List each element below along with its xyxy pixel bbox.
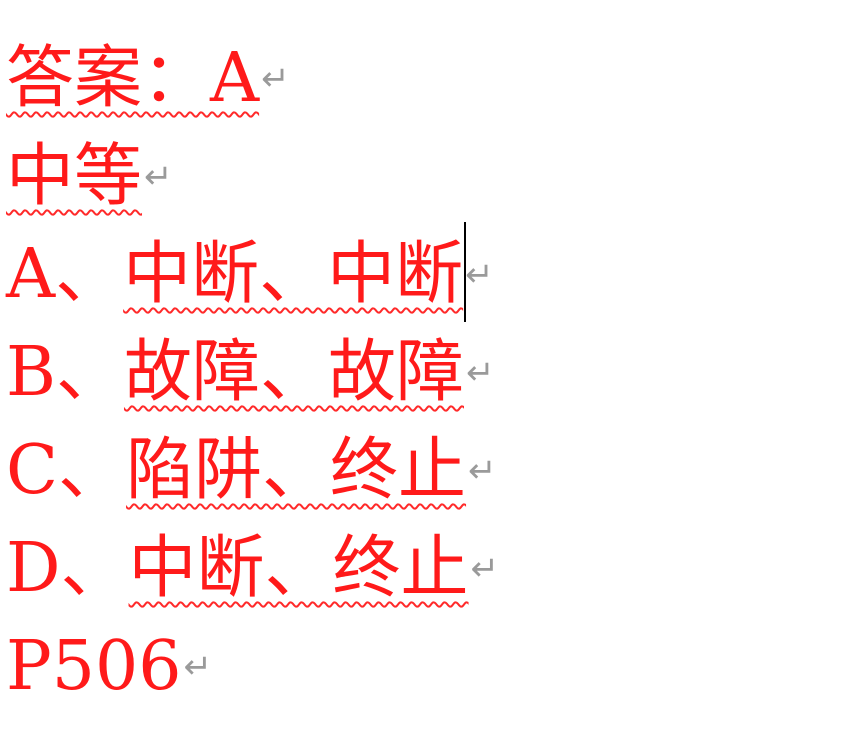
option-a-line: A、中断、中断↵ [6,222,836,324]
answer-line: 答案：A↵ [6,30,836,128]
option-c-prefix: C、 [6,431,127,510]
difficulty-text: 中等 [6,137,143,216]
document-body[interactable]: 答案：A↵ 中等↵ A、中断、中断↵ B、故障、故障↵ C、陷阱、终止↵ D、中… [6,30,836,706]
option-b-line: B、故障、故障↵ [6,324,836,422]
paragraph-mark-icon: ↵ [466,353,495,393]
difficulty-line: 中等↵ [6,128,836,226]
option-c-text: 陷阱、终止 [126,431,467,510]
paragraph-mark-icon: ↵ [468,451,497,491]
paragraph-mark-icon: ↵ [144,157,173,197]
answer-text: 答案：A [6,39,260,118]
paragraph-mark-icon: ↵ [470,549,500,589]
paragraph-mark-icon: ↵ [465,255,494,295]
paragraph-mark-icon: ↵ [261,59,290,99]
option-a-text: 中断、中断 [123,235,464,314]
option-c-line: C、陷阱、终止↵ [6,422,836,520]
page-ref-text: P506 [6,627,182,706]
option-d-line: D、中断、终止↵ [6,520,836,618]
option-b-prefix: B、 [6,333,124,412]
page-ref-line: P506↵ [6,618,836,706]
paragraph-mark-icon: ↵ [183,647,213,687]
option-b-text: 故障、故障 [123,333,464,412]
option-d-prefix: D、 [6,529,129,608]
option-a-prefix: A、 [6,235,124,314]
option-d-text: 中断、终止 [128,529,469,608]
